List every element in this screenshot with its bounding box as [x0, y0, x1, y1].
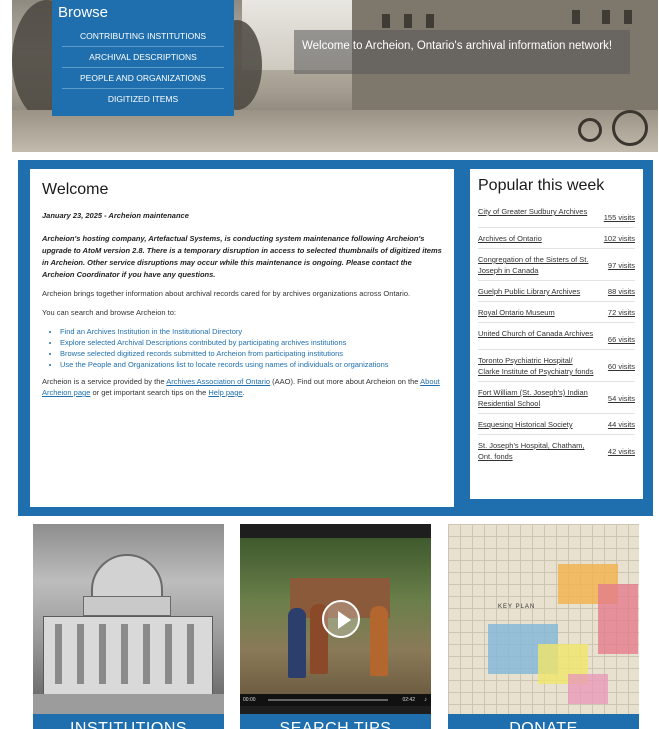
popular-row: St. Joseph's Hospital, Chatham, Ont. fon… [478, 439, 635, 466]
popular-visits-link[interactable]: 102 visits [604, 233, 635, 244]
hero-window [426, 14, 434, 28]
browse-list: CONTRIBUTING INSTITUTIONS ARCHIVAL DESCR… [52, 26, 234, 110]
building-column [55, 624, 62, 684]
play-icon[interactable] [322, 600, 360, 638]
popular-visits-link[interactable]: 97 visits [608, 254, 635, 271]
institutions-image [33, 524, 224, 714]
popular-row: Archives of Ontario 102 visits [478, 232, 635, 249]
feature-link-descriptions[interactable]: Explore selected Archival Descriptions c… [60, 337, 442, 348]
popular-item-link[interactable]: Esquesing Historical Society [478, 419, 596, 430]
footer-text: Archeion is a service provided by the [42, 377, 167, 386]
popular-visits-link[interactable]: 42 visits [608, 440, 635, 457]
building-column [77, 624, 84, 684]
footer-text: . [242, 388, 245, 397]
popular-visits-link[interactable]: 66 visits [608, 328, 635, 345]
browse-item-contributing-institutions[interactable]: CONTRIBUTING INSTITUTIONS [62, 26, 224, 47]
hero-street [12, 110, 658, 152]
welcome-footer: Archeion is a service provided by the Ar… [42, 376, 442, 398]
popular-row: Royal Ontario Museum 72 visits [478, 306, 635, 323]
popular-visits-link[interactable]: 54 visits [608, 387, 635, 404]
hero-window [602, 10, 610, 24]
popular-item-link[interactable]: United Church of Canada Archives [478, 328, 596, 339]
video-person [288, 608, 306, 678]
popular-row: City of Greater Sudbury Archives 155 vis… [478, 205, 635, 228]
maintenance-notice: Archeion's hosting company, Artefactual … [42, 234, 442, 279]
donate-card[interactable]: KEY PLAN DONATE [448, 524, 639, 729]
map-key-plan-label: KEY PLAN [498, 604, 536, 610]
popular-item-link[interactable]: Congregation of the Sisters of St. Josep… [478, 254, 596, 276]
welcome-title: Welcome [42, 181, 109, 198]
institutions-label[interactable]: INSTITUTIONS [33, 714, 224, 729]
popular-item-link[interactable]: City of Greater Sudbury Archives [478, 206, 596, 217]
welcome-panel: Welcome January 23, 2025 - Archeion main… [30, 169, 454, 507]
popular-item-link[interactable]: Toronto Psychiatric Hospital/ Clarke Ins… [478, 355, 596, 377]
carriage-wheel [578, 118, 602, 142]
popular-row: Esquesing Historical Society 44 visits [478, 418, 635, 435]
browse-item-archival-descriptions[interactable]: ARCHIVAL DESCRIPTIONS [62, 47, 224, 68]
institutions-card[interactable]: INSTITUTIONS [33, 524, 224, 729]
popular-panel: Popular this week City of Greater Sudbur… [470, 169, 643, 499]
footer-text: (AAO). Find out more about Archeion on t… [270, 377, 421, 386]
popular-visits-link[interactable]: 72 visits [608, 307, 635, 318]
search-tips-video[interactable]: 00:00 02:42 ♪ [240, 524, 431, 714]
popular-row: Toronto Psychiatric Hospital/ Clarke Ins… [478, 354, 635, 382]
hero-window [624, 10, 632, 24]
browse-item-people-and-organizations[interactable]: PEOPLE AND ORGANIZATIONS [62, 68, 224, 89]
search-intro: You can search and browse Archeion to: [42, 308, 176, 317]
map-block [568, 674, 608, 704]
building-column [143, 624, 150, 684]
search-tips-label[interactable]: SEARCH TIPS [240, 714, 431, 729]
popular-item-link[interactable]: Guelph Public Library Archives [478, 286, 596, 297]
video-current-time: 00:00 [243, 697, 256, 703]
popular-item-link[interactable]: Royal Ontario Museum [478, 307, 596, 318]
video-duration: 02:42 [402, 697, 415, 703]
popular-visits-link[interactable]: 60 visits [608, 355, 635, 372]
video-controls[interactable]: 00:00 02:42 ♪ [240, 694, 431, 706]
building-dome [91, 554, 163, 600]
popular-item-link[interactable]: Fort William (St. Joseph's) Indian Resid… [478, 387, 596, 409]
popular-row: Guelph Public Library Archives 88 visits [478, 285, 635, 302]
feature-list: Find an Archives Institution in the Inst… [60, 326, 442, 370]
popular-item-link[interactable]: St. Joseph's Hospital, Chatham, Ont. fon… [478, 440, 596, 462]
map-block [598, 584, 638, 654]
popular-item-link[interactable]: Archives of Ontario [478, 233, 596, 244]
aao-link[interactable]: Archives Association of Ontario [166, 377, 270, 386]
search-tips-card[interactable]: 00:00 02:42 ♪ SEARCH TIPS [240, 524, 431, 729]
video-progress-bar[interactable] [268, 699, 388, 701]
welcome-intro: Archeion brings together information abo… [42, 289, 411, 298]
popular-row: Fort William (St. Joseph's) Indian Resid… [478, 386, 635, 414]
maintenance-date: January 23, 2025 - Archeion maintenance [42, 211, 189, 220]
hero-welcome-banner: Welcome to Archeion, Ontario's archival … [294, 30, 630, 74]
feature-link-people[interactable]: Use the People and Organizations list to… [60, 359, 442, 370]
building-column [121, 624, 128, 684]
browse-title: Browse [58, 4, 109, 21]
feature-link-institutions[interactable]: Find an Archives Institution in the Inst… [60, 326, 442, 337]
popular-visits-link[interactable]: 155 visits [604, 206, 635, 223]
building-column [187, 624, 194, 684]
video-person [370, 606, 388, 676]
volume-icon[interactable]: ♪ [424, 697, 427, 703]
building-steps [33, 694, 224, 714]
popular-row: United Church of Canada Archives 66 visi… [478, 327, 635, 350]
popular-title: Popular this week [478, 177, 605, 194]
help-page-link[interactable]: Help page [208, 388, 242, 397]
browse-item-digitized-items[interactable]: DIGITIZED ITEMS [62, 89, 224, 110]
popular-visits-link[interactable]: 44 visits [608, 419, 635, 430]
building-drum [83, 596, 171, 616]
building-column [99, 624, 106, 684]
donate-label[interactable]: DONATE [448, 714, 639, 729]
donate-map-image: KEY PLAN [448, 524, 639, 714]
carriage-wheel [612, 110, 648, 146]
hero-window [382, 14, 390, 28]
popular-row: Congregation of the Sisters of St. Josep… [478, 253, 635, 281]
building-column [165, 624, 172, 684]
popular-visits-link[interactable]: 88 visits [608, 286, 635, 297]
feature-link-digitized[interactable]: Browse selected digitized records submit… [60, 348, 442, 359]
hero-window [572, 10, 580, 24]
hero-window [404, 14, 412, 28]
footer-text: or get important search tips on the [90, 388, 209, 397]
browse-menu: Browse CONTRIBUTING INSTITUTIONS ARCHIVA… [52, 0, 234, 116]
